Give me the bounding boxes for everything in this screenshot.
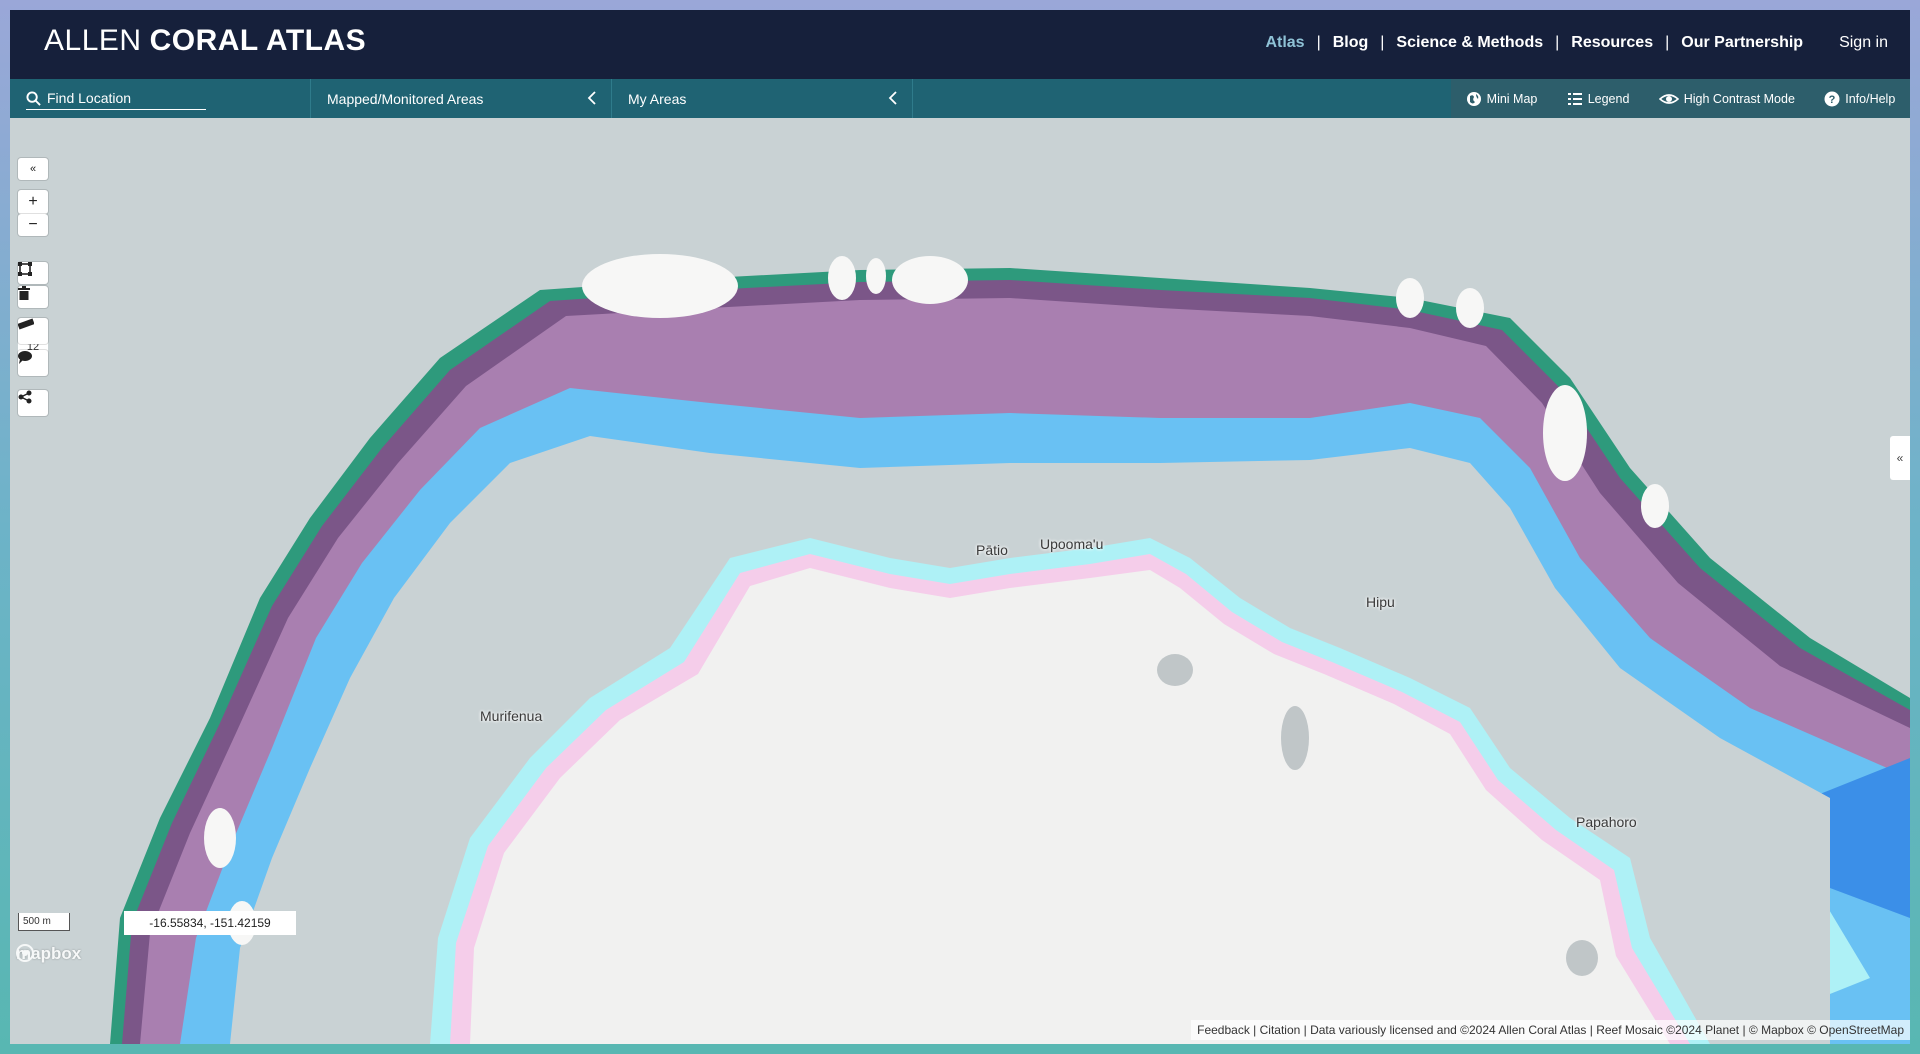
collapse-right-panel-button[interactable]: « <box>1890 436 1910 480</box>
nav-blog[interactable]: Blog <box>1333 34 1369 52</box>
collapse-controls-button[interactable]: « <box>18 158 48 180</box>
brand-light: ALLEN <box>44 24 142 57</box>
comment-button[interactable] <box>18 350 48 376</box>
site-logo[interactable]: ALLEN CORAL ATLAS <box>44 24 366 58</box>
place-label: Pātio <box>976 542 1008 558</box>
reef-habitat-map <box>10 118 1910 1044</box>
chevron-left-icon <box>888 91 897 105</box>
comment-icon <box>18 351 32 364</box>
mini-map-button[interactable]: Mini Map <box>1466 91 1538 107</box>
map-tools: Mini Map Legend High Contrast Mode ? Inf… <box>1451 79 1910 118</box>
motu <box>1543 385 1587 481</box>
app-window: ALLEN CORAL ATLAS Atlas | Blog | Science … <box>10 10 1910 1044</box>
nav-separator: | <box>1316 34 1321 51</box>
main-nav: Atlas | Blog | Science & Methods | Resou… <box>1265 34 1888 52</box>
mapbox-logo[interactable]: mapbox <box>16 944 81 964</box>
nav-our-partnership[interactable]: Our Partnership <box>1681 34 1803 52</box>
delete-button[interactable] <box>18 286 48 308</box>
inland-lake <box>1281 706 1309 770</box>
measure-button[interactable] <box>18 318 48 344</box>
search-section <box>10 79 311 118</box>
info-help-button[interactable]: ? Info/Help <box>1824 91 1895 107</box>
mini-map-label: Mini Map <box>1486 91 1538 106</box>
map-canvas[interactable]: Pātio Upooma'u Hipu Murifenua Papahoro «… <box>10 118 1910 1044</box>
motu <box>892 256 968 304</box>
motu <box>204 808 236 868</box>
find-location-input[interactable] <box>41 90 197 106</box>
search-icon <box>26 90 41 106</box>
motu <box>866 258 886 294</box>
coordinates-readout: -16.55834, -151.42159 <box>124 911 296 935</box>
motu <box>582 254 738 318</box>
draw-polygon-button[interactable] <box>18 262 48 284</box>
nav-resources[interactable]: Resources <box>1571 34 1653 52</box>
info-help-label: Info/Help <box>1845 91 1896 106</box>
scale-bar: 500 m <box>18 913 70 931</box>
share-icon <box>18 390 32 404</box>
motu <box>1396 278 1424 318</box>
nav-science-methods[interactable]: Science & Methods <box>1396 34 1543 52</box>
motu <box>1456 288 1484 328</box>
motu <box>1641 484 1669 528</box>
mapbox-icon <box>16 944 34 962</box>
zoom-in-button[interactable]: + <box>18 190 48 214</box>
chevron-left-icon <box>587 91 596 105</box>
nav-separator: | <box>1380 34 1385 51</box>
mapped-areas-dropdown[interactable]: Mapped/Monitored Areas <box>311 79 612 118</box>
polygon-icon <box>18 262 32 276</box>
sign-in-link[interactable]: Sign in <box>1839 34 1888 52</box>
my-areas-dropdown[interactable]: My Areas <box>612 79 913 118</box>
place-label: Papahoro <box>1576 814 1637 830</box>
map-toolbar: Mapped/Monitored Areas My Areas Mini Map… <box>10 79 1910 118</box>
place-label: Murifenua <box>480 708 543 724</box>
share-button[interactable] <box>18 390 48 416</box>
legend-button[interactable]: Legend <box>1567 91 1630 107</box>
trash-icon <box>18 286 30 300</box>
ruler-icon <box>18 318 34 330</box>
nav-separator: | <box>1555 34 1560 51</box>
nav-separator: | <box>1665 34 1670 51</box>
svg-text:?: ? <box>1829 94 1836 106</box>
high-contrast-label: High Contrast Mode <box>1683 91 1795 106</box>
mapped-areas-label: Mapped/Monitored Areas <box>327 90 484 107</box>
map-attribution[interactable]: Feedback | Citation | Data variously lic… <box>1191 1020 1910 1040</box>
brand-bold: CORAL ATLAS <box>149 24 367 57</box>
globe-icon <box>1466 91 1481 106</box>
zoom-out-button[interactable]: − <box>18 214 48 236</box>
find-location-search <box>26 87 206 110</box>
eye-icon <box>1658 93 1679 104</box>
my-areas-label: My Areas <box>628 90 687 107</box>
legend-label: Legend <box>1587 91 1630 106</box>
nav-atlas[interactable]: Atlas <box>1265 34 1304 52</box>
top-header: ALLEN CORAL ATLAS Atlas | Blog | Science … <box>10 10 1910 79</box>
place-label: Hipu <box>1366 594 1395 610</box>
list-icon <box>1567 92 1582 105</box>
motu <box>828 256 856 300</box>
inland-lake <box>1157 654 1193 686</box>
inland-lake <box>1566 940 1598 976</box>
place-label: Upooma'u <box>1040 536 1104 552</box>
high-contrast-button[interactable]: High Contrast Mode <box>1658 91 1795 107</box>
help-icon: ? <box>1824 91 1840 106</box>
